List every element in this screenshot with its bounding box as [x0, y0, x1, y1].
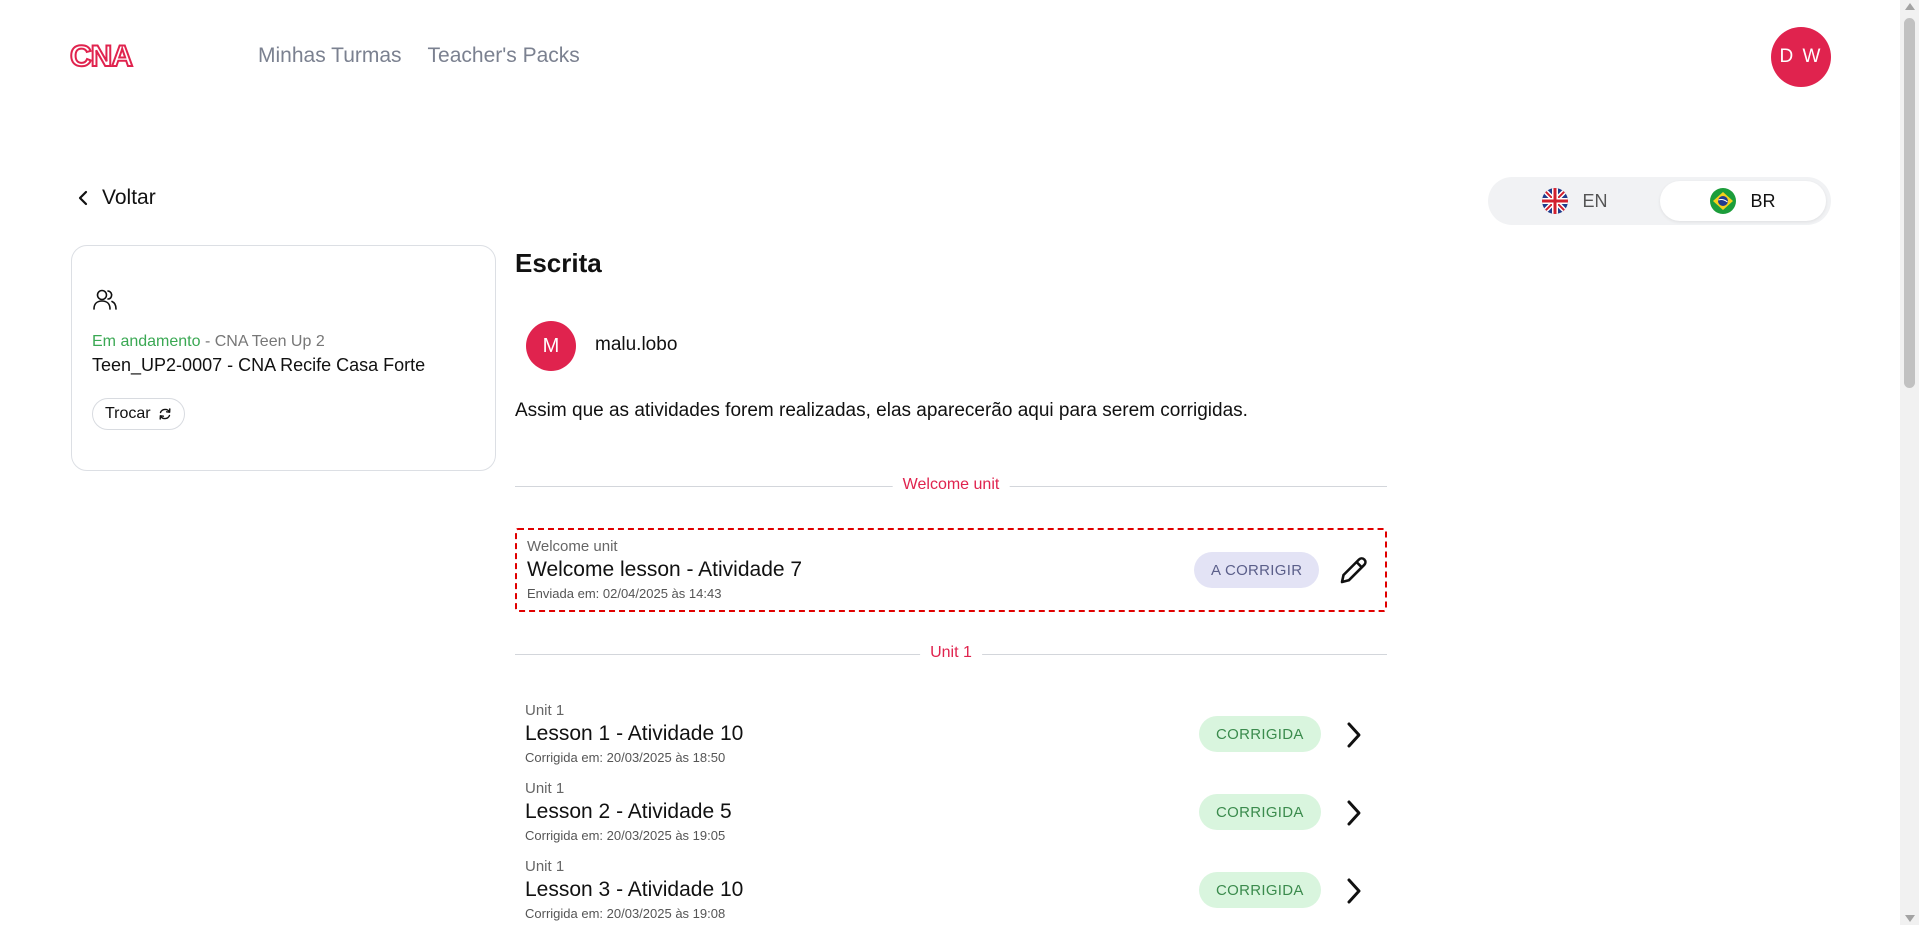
activity-unit: Unit 1 [525, 702, 565, 719]
status-badge: CORRIGIDA [1199, 872, 1321, 908]
activity-item[interactable]: Unit 1 Lesson 3 - Atividade 10 Corrigida… [515, 850, 1387, 925]
language-toggle: EN BR [1488, 177, 1831, 225]
page-scrollbar[interactable] [1900, 0, 1919, 925]
activity-unit: Unit 1 [525, 858, 565, 875]
activity-title: Lesson 3 - Atividade 10 [525, 878, 744, 901]
group-label: Welcome unit [892, 476, 1010, 494]
activity-unit: Welcome unit [527, 538, 618, 555]
activity-title: Welcome lesson - Atividade 7 [527, 558, 803, 581]
top-header: CNA Minhas Turmas Teacher's Packs D W [0, 0, 1900, 115]
chevron-right-icon[interactable] [1337, 796, 1371, 830]
group-divider-welcome-unit: Welcome unit [515, 476, 1387, 496]
scroll-up-arrow-icon[interactable] [1905, 3, 1915, 10]
switch-class-label: Trocar [105, 405, 151, 422]
refresh-icon [159, 408, 171, 420]
nav-link-teachers-packs[interactable]: Teacher's Packs [428, 44, 580, 68]
activity-date: Corrigida em: 20/03/2025 às 19:08 [525, 906, 726, 921]
class-card: Em andamento - CNA Teen Up 2 Teen_UP2-00… [71, 245, 496, 471]
activity-unit: Unit 1 [525, 780, 565, 797]
activity-item[interactable]: Unit 1 Lesson 2 - Atividade 5 Corrigida … [515, 772, 1387, 856]
language-option-en[interactable]: EN [1492, 181, 1658, 221]
class-name: Teen_UP2-0007 - CNA Recife Casa Forte [92, 355, 426, 375]
info-message: Assim que as atividades forem realizadas… [515, 400, 1248, 421]
pencil-icon[interactable] [1336, 554, 1370, 588]
language-option-br[interactable]: BR [1660, 181, 1826, 221]
main-nav: Minhas Turmas Teacher's Packs [258, 44, 580, 68]
chevron-left-icon [78, 190, 88, 206]
status-badge: A CORRIGIR [1194, 552, 1320, 588]
status-separator: - [200, 333, 215, 350]
users-icon [93, 289, 117, 310]
group-divider-unit-1: Unit 1 [515, 644, 1387, 664]
cna-logo[interactable]: CNA [70, 42, 156, 70]
student-username: malu.lobo [595, 334, 678, 355]
activity-date: Enviada em: 02/04/2025 às 14:43 [527, 586, 722, 601]
svg-text:CNA: CNA [70, 42, 132, 70]
activity-date: Corrigida em: 20/03/2025 às 18:50 [525, 750, 726, 765]
scroll-thumb[interactable] [1904, 18, 1915, 388]
chevron-right-icon[interactable] [1337, 718, 1371, 752]
student-avatar: M [526, 321, 576, 371]
uk-flag-icon [1542, 188, 1569, 214]
class-status-line: Em andamento - CNA Teen Up 2 [92, 333, 325, 351]
language-label-br: BR [1750, 190, 1776, 211]
class-course: CNA Teen Up 2 [214, 333, 325, 350]
page-title: Escrita [515, 248, 602, 278]
status-badge: CORRIGIDA [1199, 716, 1321, 752]
back-label: Voltar [102, 186, 156, 209]
scroll-down-arrow-icon[interactable] [1905, 915, 1915, 922]
class-status: Em andamento [92, 333, 201, 350]
brazil-flag-icon [1710, 188, 1737, 214]
language-label-en: EN [1582, 190, 1608, 211]
activity-title: Lesson 1 - Atividade 10 [525, 722, 744, 745]
activity-item[interactable]: Unit 1 Lesson 1 - Atividade 10 Corrigida… [515, 694, 1387, 778]
activity-title: Lesson 2 - Atividade 5 [525, 800, 732, 823]
chevron-right-icon[interactable] [1337, 874, 1371, 908]
back-button[interactable]: Voltar [76, 186, 156, 210]
nav-link-minhas-turmas[interactable]: Minhas Turmas [258, 44, 402, 68]
switch-class-button[interactable]: Trocar [92, 398, 185, 430]
activity-item[interactable]: Welcome unit Welcome lesson - Atividade … [515, 528, 1387, 612]
status-badge: CORRIGIDA [1199, 794, 1321, 830]
activity-date: Corrigida em: 20/03/2025 às 19:05 [525, 828, 726, 843]
user-avatar[interactable]: D W [1771, 27, 1831, 87]
group-label: Unit 1 [920, 644, 982, 662]
